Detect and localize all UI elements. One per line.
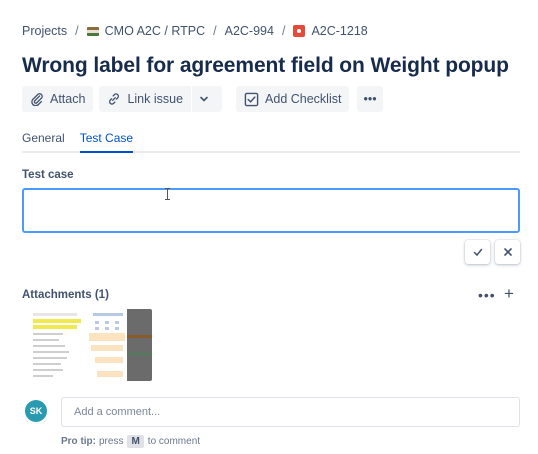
- avatar[interactable]: SK: [25, 400, 47, 422]
- breadcrumb-separator: /: [213, 24, 217, 38]
- spreadsheet-preview-image: [25, 309, 152, 381]
- close-icon: [503, 248, 512, 256]
- tab-general[interactable]: General: [22, 131, 65, 153]
- breadcrumb-separator: /: [75, 24, 79, 38]
- link-icon: [109, 93, 120, 105]
- pro-tip-suffix: to comment: [147, 436, 201, 447]
- check-icon: [473, 248, 482, 257]
- link-issue-button[interactable]: Link issue: [99, 86, 192, 112]
- breadcrumb: Projects / CMO A2C / RTPC / A2C-994 / A2…: [22, 24, 368, 38]
- confirm-edit-button[interactable]: [465, 240, 490, 264]
- add-checklist-label: Add Checklist: [265, 92, 342, 106]
- paperclip-icon: [31, 93, 43, 106]
- comment-input[interactable]: [61, 397, 520, 427]
- checklist-icon: [244, 92, 259, 106]
- text-cursor: [165, 188, 171, 200]
- breadcrumb-project[interactable]: CMO A2C / RTPC: [105, 24, 205, 38]
- issue-toolbar: Attach Link issue Add Checklist •••: [22, 86, 389, 112]
- test-case-label: Test case: [22, 169, 74, 181]
- issue-tabs: General Test Case: [22, 131, 520, 153]
- shortcut-key: M: [127, 435, 144, 448]
- link-issue-dropdown[interactable]: [192, 86, 223, 112]
- attachments-add-button[interactable]: +: [504, 284, 514, 304]
- breadcrumb-projects[interactable]: Projects: [22, 24, 67, 38]
- breadcrumb-parent-issue[interactable]: A2C-994: [225, 24, 274, 38]
- chevron-down-icon: [200, 96, 208, 102]
- attachments-title: Attachments (1): [22, 289, 109, 301]
- breadcrumb-issue-key[interactable]: A2C-1218: [311, 24, 367, 38]
- pro-tip: Pro tip: press M to comment: [61, 435, 200, 448]
- link-issue-button-label: Link issue: [127, 92, 184, 106]
- attach-button[interactable]: Attach: [22, 86, 94, 112]
- attachment-thumbnail[interactable]: [25, 309, 152, 381]
- breadcrumb-separator: /: [281, 24, 286, 38]
- attachments-more-button[interactable]: •••: [478, 287, 496, 303]
- test-case-input[interactable]: [22, 188, 520, 233]
- tab-test-case[interactable]: Test Case: [79, 131, 134, 153]
- add-checklist-button[interactable]: Add Checklist: [236, 86, 350, 112]
- bug-icon: [293, 25, 306, 37]
- project-icon: [86, 26, 99, 36]
- cancel-edit-button[interactable]: [495, 240, 520, 264]
- issue-title[interactable]: Wrong label for agreement field on Weigh…: [22, 54, 509, 78]
- attach-button-label: Attach: [50, 92, 86, 106]
- more-actions-button[interactable]: •••: [357, 86, 383, 112]
- pro-tip-press: press: [99, 436, 124, 447]
- pro-tip-prefix: Pro tip:: [61, 436, 96, 447]
